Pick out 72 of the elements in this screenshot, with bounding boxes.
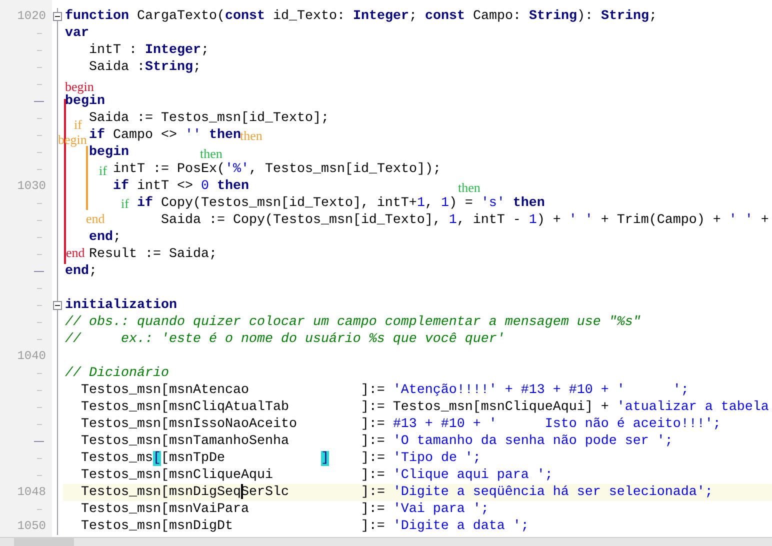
code-line: end; bbox=[89, 229, 121, 246]
code-line: if Copy(Testos_msn[id_Texto], intT+1, 1) = 's' then bbox=[136, 195, 545, 212]
code-line: initialization bbox=[65, 297, 177, 314]
code-line: Testos_msn[msnDigSeq SerSlc ]:= 'Digite a seqüência há ser selecionada'; bbox=[81, 484, 713, 502]
collapse-icon[interactable] bbox=[53, 301, 62, 310]
code-line: // ex.: 'este é o nome do usuário %s que você quer' bbox=[65, 331, 505, 348]
gutter-dash bbox=[37, 373, 42, 374]
code-line: begin bbox=[65, 94, 105, 110]
gutter-dash bbox=[34, 271, 44, 272]
collapse-icon[interactable] bbox=[53, 12, 62, 21]
gutter-dash bbox=[34, 441, 44, 442]
gutter-dash bbox=[37, 339, 42, 340]
line-number: 1020 bbox=[17, 8, 46, 25]
block-label: if bbox=[121, 197, 129, 210]
line-number: 1040 bbox=[17, 348, 46, 365]
code-line: Testos_msn[msnCliqAtualTab ]:= Testos_msn[msnCliqueAqui] + 'atualizar a tabela bbox=[81, 399, 769, 416]
gutter-dash bbox=[37, 407, 42, 408]
code-line: if intT <> 0 then bbox=[113, 178, 249, 195]
block-label: begin bbox=[65, 80, 94, 93]
block-label: end bbox=[86, 212, 105, 225]
code-line: intT : Integer; bbox=[89, 42, 209, 59]
block-label: then bbox=[458, 181, 480, 194]
code-line: var bbox=[65, 25, 89, 42]
gutter-dash bbox=[37, 509, 42, 510]
line-number: 1048 bbox=[17, 484, 46, 501]
gutter-dash bbox=[37, 288, 42, 289]
gutter-dash bbox=[37, 237, 42, 238]
gutter-dash bbox=[37, 254, 42, 255]
code-line: intT := PosEx('%', Testos_msn[id_Texto]); bbox=[113, 161, 441, 178]
block-label: if bbox=[74, 118, 82, 131]
code-line: Saida :String; bbox=[89, 59, 201, 76]
gutter-dash bbox=[37, 33, 42, 34]
block-label: then bbox=[240, 129, 262, 142]
gutter-dash bbox=[37, 135, 42, 136]
horizontal-scrollbar[interactable] bbox=[0, 537, 772, 546]
code-line: Testos_msn[msnDigDt ]:= 'Digite a data '; bbox=[81, 518, 529, 535]
gutter-dash bbox=[37, 424, 42, 425]
gutter-dash bbox=[37, 475, 42, 476]
code-line: Result := Saida; bbox=[89, 246, 217, 263]
gutter-dash bbox=[34, 101, 44, 102]
code-line: Testos_msn[msnTamanhoSenha ]:= 'O tamanho da senha não pode ser '; bbox=[81, 433, 673, 450]
gutter-dash bbox=[37, 220, 42, 221]
block-label: end bbox=[66, 246, 85, 259]
code-line: begin bbox=[89, 144, 129, 161]
gutter-dash bbox=[37, 152, 42, 153]
line-number: 1030 bbox=[17, 178, 46, 195]
gutter-dash bbox=[37, 84, 42, 85]
code-line: function CargaTexto(const id_Texto: Integer; const Campo: String): String; bbox=[65, 8, 657, 25]
guide-line bbox=[86, 146, 88, 210]
code-line: // obs.: quando quizer colocar um campo complementar a mensagem use "%s" bbox=[65, 314, 641, 331]
line-number: 1050 bbox=[17, 518, 46, 535]
code-line: Saida := Copy(Testos_msn[id_Texto], 1, intT - 1) + ' ' + Trim(Campo) + ' ' + bbox=[160, 212, 769, 229]
gutter-dash bbox=[37, 203, 42, 204]
code-line: Testos_msn[msnIssoNaoAceito ]:= #13 + #10 + ' Isto não é aceito!!!'; bbox=[81, 416, 721, 433]
gutter-dash bbox=[37, 390, 42, 391]
gutter-dash bbox=[37, 50, 42, 51]
gutter-dash bbox=[37, 322, 42, 323]
code-line: end; bbox=[65, 263, 97, 280]
gutter-dash bbox=[37, 118, 42, 119]
code-line: Testos_msn[msnAtencao ]:= 'Atenção!!!!' + #13 + #10 + ' '; bbox=[81, 382, 689, 399]
gutter-dash bbox=[37, 305, 42, 306]
code-line: // Dicionário bbox=[65, 365, 169, 382]
gutter-dash bbox=[37, 458, 42, 459]
code-line: Testos_msn[msnCliqueAqui ]:= 'Clique aqui para '; bbox=[81, 467, 553, 484]
block-label: if bbox=[99, 164, 107, 177]
gutter-dash bbox=[37, 169, 42, 170]
gutter-dash bbox=[37, 67, 42, 68]
block-label: then bbox=[200, 147, 222, 160]
code-line: Testos_msn[msnVaiPara ]:= 'Vai para '; bbox=[81, 501, 489, 518]
code-line: Testos_ms[[msnTpDe ] ]:= 'Tipo de '; bbox=[81, 450, 481, 467]
code-line: Saida := Testos_msn[id_Texto]; bbox=[89, 110, 329, 127]
code-line: if Campo <> '' then bbox=[89, 127, 241, 144]
